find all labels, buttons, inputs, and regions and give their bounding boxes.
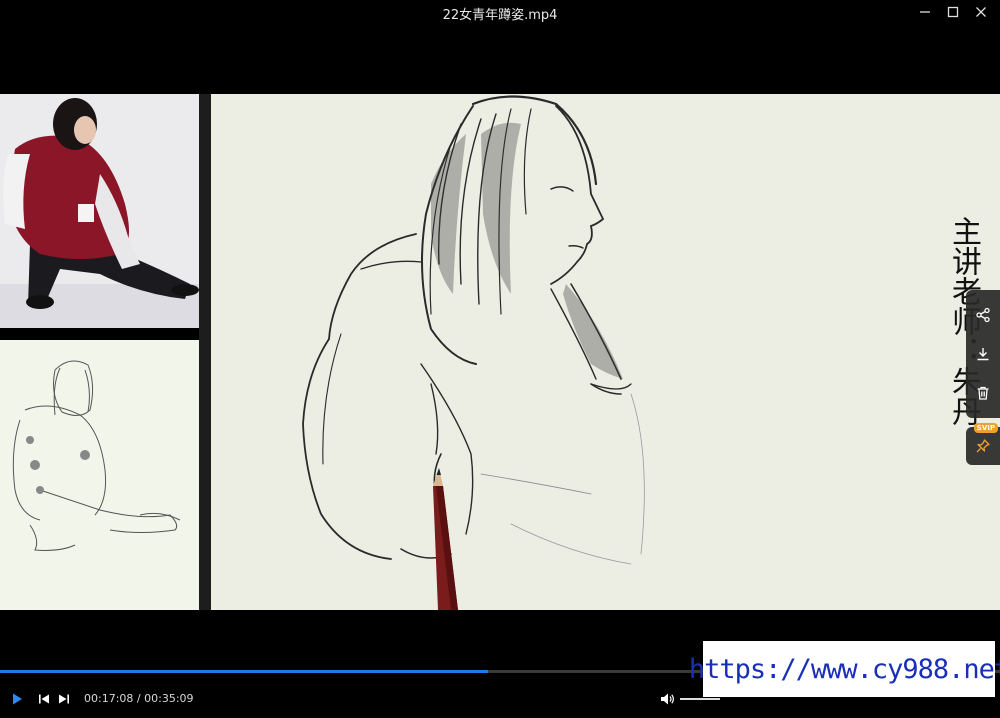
video-frame[interactable]: 主讲老师：朱丹 xyxy=(0,94,1000,610)
window-title: 22女青年蹲姿.mp4 xyxy=(442,8,558,23)
svip-badge: SVIP xyxy=(973,423,998,433)
drawing-paper xyxy=(211,94,1000,610)
seek-bar-fill xyxy=(0,670,488,673)
skip-previous-icon xyxy=(39,694,49,704)
download-button[interactable] xyxy=(971,342,995,366)
volume-slider[interactable] xyxy=(680,698,720,700)
model-photo-image xyxy=(0,94,199,328)
play-icon xyxy=(13,693,22,705)
time-display: 00:17:08 / 00:35:09 xyxy=(84,692,194,705)
download-icon xyxy=(977,347,989,361)
maximize-button[interactable] xyxy=(942,2,964,22)
delete-button[interactable] xyxy=(971,381,995,405)
watermark-url: https://www.cy988.net xyxy=(689,641,1000,697)
pin-icon xyxy=(976,439,990,453)
total-time: 00:35:09 xyxy=(144,692,194,705)
window-controls xyxy=(914,0,992,24)
finished-sketch-image xyxy=(0,340,199,610)
share-button[interactable] xyxy=(971,303,995,327)
volume-icon xyxy=(660,693,674,705)
maximize-icon xyxy=(947,6,959,18)
portrait-drawing xyxy=(211,94,1000,610)
previous-button[interactable] xyxy=(34,688,54,710)
time-separator: / xyxy=(136,692,141,705)
volume-button[interactable] xyxy=(656,688,678,710)
skip-next-icon xyxy=(59,694,69,704)
minimize-button[interactable] xyxy=(914,2,936,22)
reference-photo xyxy=(0,94,199,328)
side-toolbar xyxy=(966,290,1000,418)
pin-on-top-button[interactable]: SVIP xyxy=(966,423,1000,465)
share-icon xyxy=(976,308,990,323)
minimize-icon xyxy=(920,11,930,13)
close-button[interactable] xyxy=(970,2,992,22)
title-bar: 22女青年蹲姿.mp4 xyxy=(0,0,1000,24)
trash-icon xyxy=(977,386,989,400)
current-time: 00:17:08 xyxy=(84,692,134,705)
easel-edge xyxy=(199,94,211,610)
play-button[interactable] xyxy=(6,688,28,710)
close-icon xyxy=(976,7,986,17)
next-button[interactable] xyxy=(54,688,74,710)
reference-sketch xyxy=(0,340,199,610)
